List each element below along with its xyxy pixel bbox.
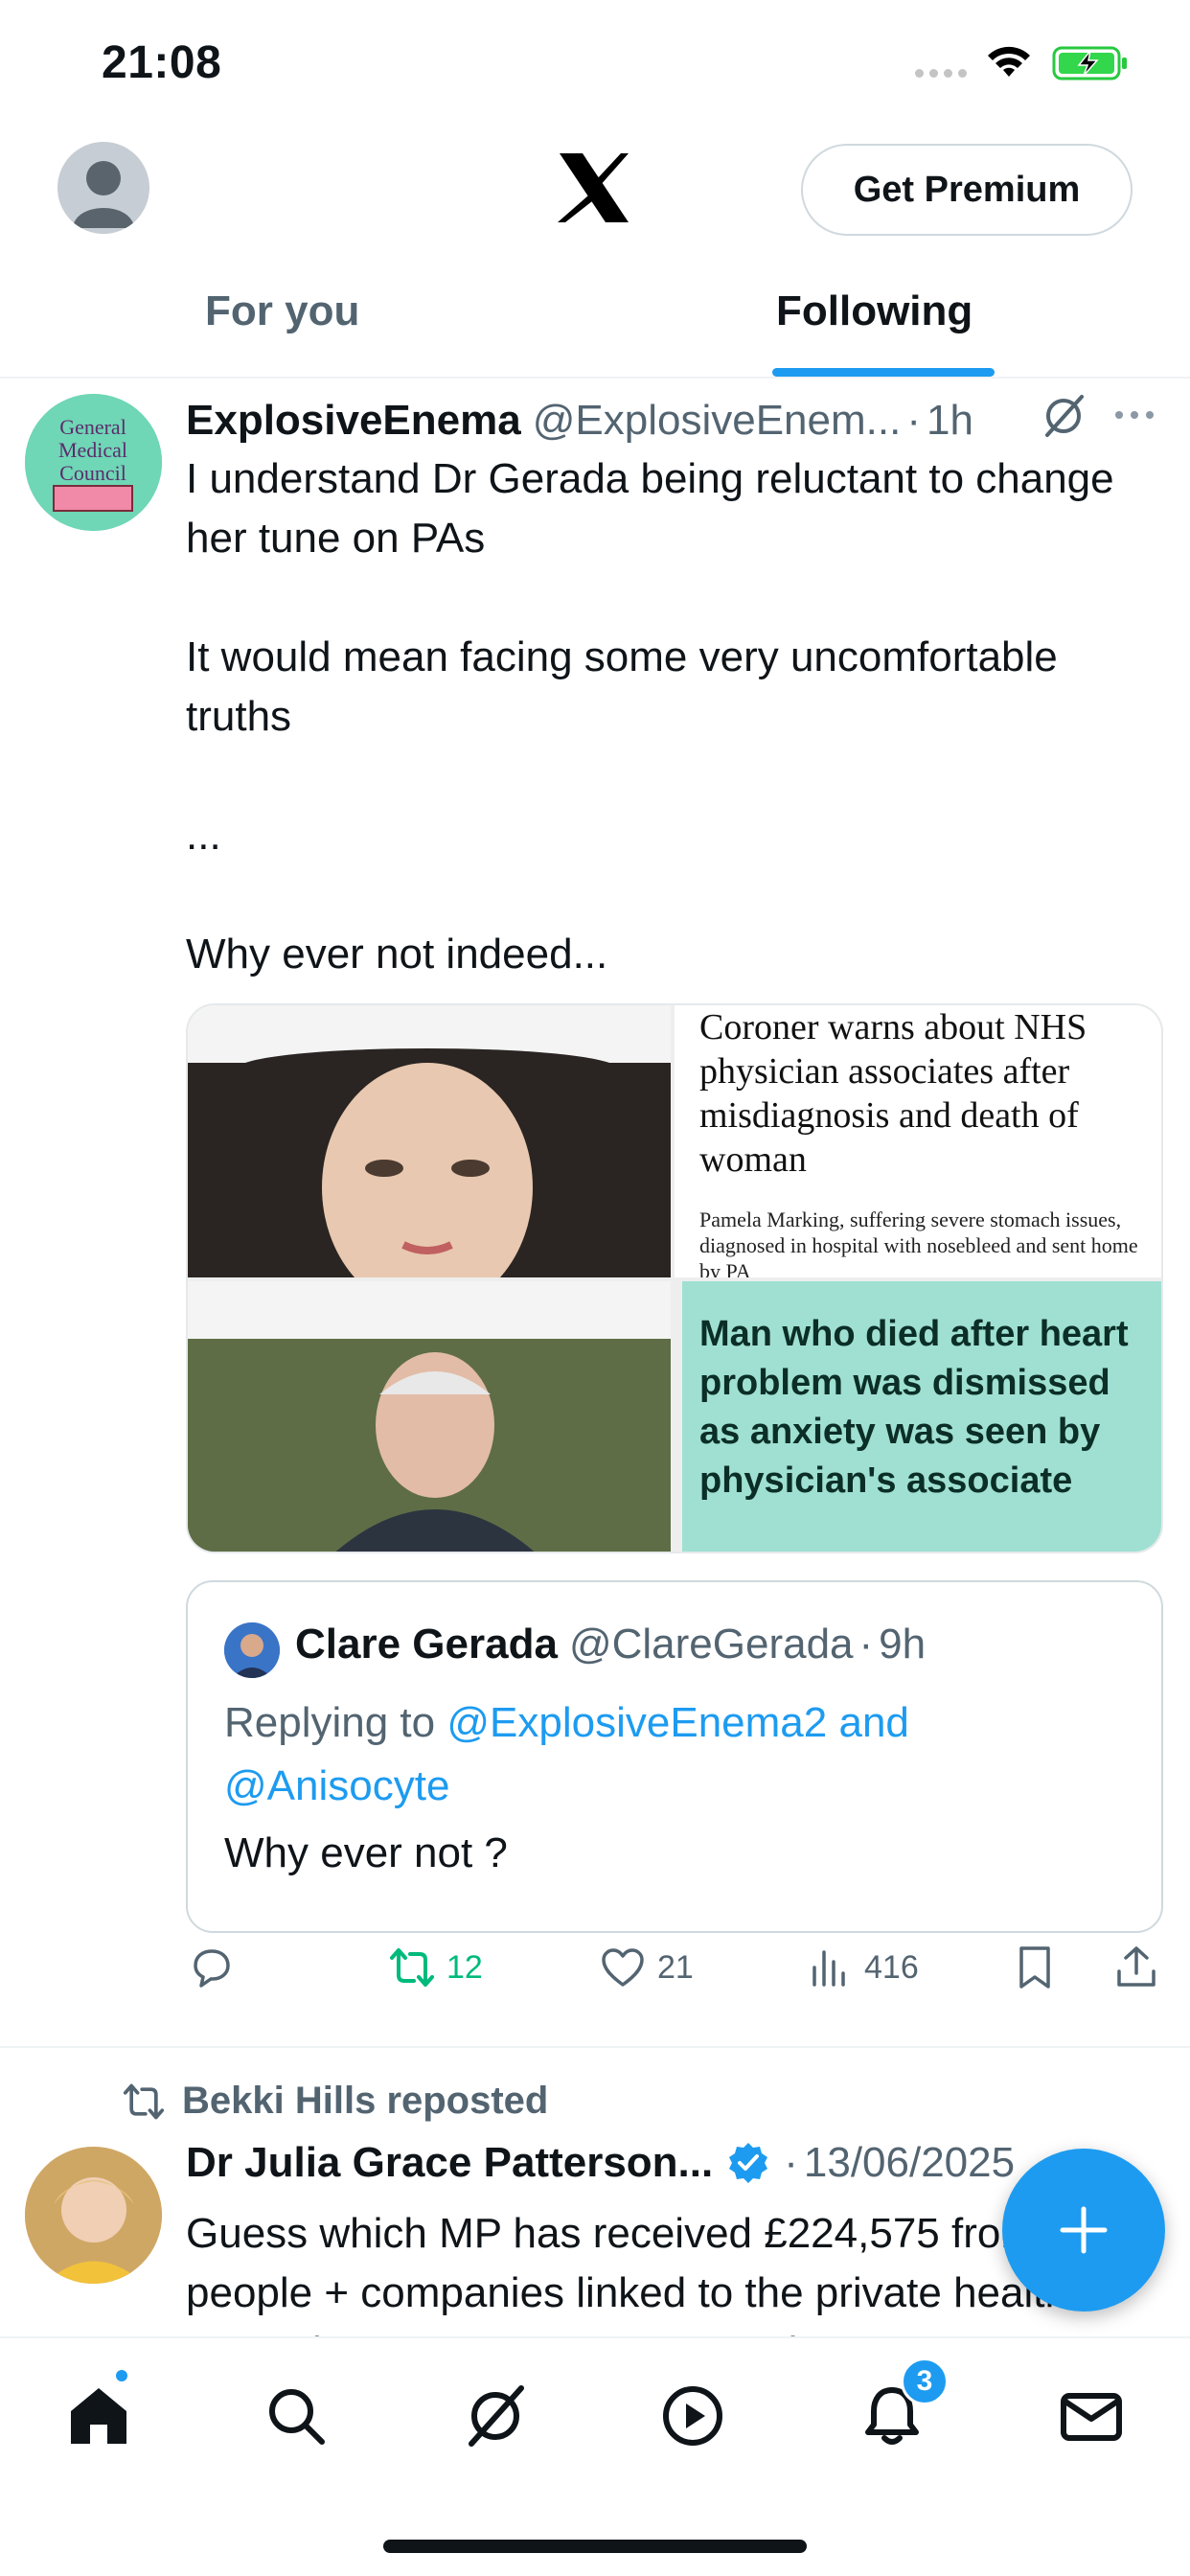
media-image-woman[interactable] [188, 1005, 671, 1277]
grok-icon[interactable] [1040, 392, 1087, 440]
tweet-text-line: Why ever not indeed... [186, 931, 608, 978]
quoted-author-handle[interactable]: @ClareGerada [569, 1621, 854, 1668]
tweet-text-line [186, 865, 1163, 925]
replying-to: Replying to @ExplosiveEnema2 and @Anisoc… [224, 1691, 1125, 1818]
tweet[interactable]: General Medical Council ExplosiveEnema @… [0, 380, 1190, 2048]
bookmark-button[interactable] [1012, 1944, 1058, 1990]
author-handle[interactable]: @ExplosiveEnem... [533, 397, 902, 445]
tweet-header: ExplosiveEnema @ExplosiveEnem... · 1h [186, 390, 1173, 451]
nav-grok[interactable] [452, 2373, 538, 2459]
bookmark-icon [1019, 1946, 1050, 1989]
tweet-actions: 12 21 416 [186, 1944, 1163, 2002]
media-headline: Man who died after heart problem was dis… [699, 1314, 1129, 1501]
grok-icon [469, 2385, 524, 2447]
views-chart-icon [812, 1950, 845, 1987]
tweet-text-line: ... [186, 812, 221, 859]
quoted-tweet-time: 9h [879, 1621, 927, 1668]
quoted-tweet-text: Why ever not ? [224, 1829, 508, 1876]
x-logo-icon [558, 153, 629, 222]
get-premium-button[interactable]: Get Premium [801, 144, 1133, 236]
media-subline: Pamela Marking, suffering severe stomach… [699, 1208, 1138, 1277]
mail-icon [1061, 2393, 1122, 2441]
avatar-text: General [59, 415, 126, 439]
media-headline: Coroner warns about NHS physician associ… [699, 1007, 1087, 1180]
notification-count-badge: 3 [901, 2358, 949, 2405]
tab-for-you[interactable]: For you [205, 288, 359, 379]
repost-count: 12 [446, 1948, 483, 1986]
quoted-tweet[interactable]: Clare Gerada @ClareGerada · 9h Replying … [186, 1580, 1163, 1933]
repost-button[interactable]: 12 [389, 1944, 483, 1990]
reply-button[interactable] [188, 1944, 234, 1990]
quoted-author-avatar[interactable] [224, 1622, 280, 1678]
tweet-text: I understand Dr Gerada being reluctant t… [186, 449, 1163, 984]
home-icon [71, 2388, 126, 2444]
profile-avatar[interactable] [57, 142, 149, 234]
share-button[interactable] [1113, 1944, 1159, 1990]
home-indicator [383, 2540, 807, 2553]
tweet-text-line [186, 568, 1163, 628]
nav-messages[interactable] [1048, 2373, 1134, 2459]
like-count: 21 [657, 1948, 694, 1986]
separator-dot: · [784, 2139, 798, 2186]
home-unread-dot [113, 2367, 130, 2384]
bottom-navigation: 3 [0, 2336, 1190, 2576]
like-button[interactable]: 21 [600, 1944, 694, 1990]
mention-and[interactable]: and [838, 1699, 908, 1746]
reposted-by-label: Bekki Hills reposted [182, 2080, 549, 2122]
separator-dot: · [858, 1621, 874, 1668]
verified-badge-icon [729, 2143, 768, 2183]
svg-text:Council: Council [59, 461, 126, 485]
more-options-icon[interactable] [1111, 398, 1157, 432]
tweet-header: Dr Julia Grace Patterson... · 13/06/2025 [186, 2139, 1015, 2187]
tweet-text-line [186, 747, 1163, 806]
tweet-time: 1h [926, 397, 973, 444]
author-avatar[interactable] [25, 2147, 162, 2284]
media-image-man[interactable] [188, 1281, 671, 1552]
mention-link[interactable]: @Anisocyte [224, 1762, 449, 1809]
mention-link[interactable]: @ExplosiveEnema2 [446, 1699, 827, 1746]
views-button[interactable]: 416 [807, 1944, 919, 1990]
wifi-icon [988, 46, 1030, 77]
media-article-heart[interactable]: Man who died after heart problem was dis… [682, 1281, 1161, 1552]
status-time: 21:08 [102, 37, 222, 88]
repost-icon [123, 2083, 165, 2119]
header: Get Premium For you Following [0, 134, 1190, 379]
play-circle-icon [663, 2386, 722, 2446]
heart-icon [602, 1948, 644, 1987]
tweet-text-line: It would mean facing some very uncomfort… [186, 633, 1058, 740]
author-name[interactable]: ExplosiveEnema [186, 397, 521, 445]
tab-selected-indicator [772, 368, 995, 377]
quoted-tweet-header: Clare Gerada @ClareGerada · 9h [295, 1621, 926, 1668]
repost-icon [390, 1948, 434, 1987]
author-name[interactable]: Dr Julia Grace Patterson... [186, 2139, 713, 2187]
cellular-signal-icon [915, 69, 967, 78]
nav-search[interactable] [253, 2373, 339, 2459]
media-article-coroner[interactable]: Coroner warns about NHS physician associ… [675, 1005, 1161, 1277]
tweet-date: 13/06/2025 [803, 2139, 1016, 2186]
author-avatar[interactable]: General Medical Council [25, 394, 162, 531]
svg-text:Medical: Medical [58, 438, 127, 462]
replying-to-label: Replying to [224, 1699, 436, 1746]
tweet-media-grid[interactable]: Coroner warns about NHS physician associ… [186, 1003, 1163, 1553]
search-icon [269, 2389, 325, 2445]
nav-home[interactable] [56, 2373, 142, 2459]
views-count: 416 [864, 1948, 919, 1986]
separator-dot: · [906, 397, 921, 444]
plus-icon [1060, 2206, 1108, 2254]
tab-following[interactable]: Following [776, 288, 973, 379]
reply-icon [194, 1949, 230, 1988]
status-bar: 21:08 [0, 0, 1190, 134]
tweet-text-line: I understand Dr Gerada being reluctant t… [186, 455, 1114, 562]
share-icon [1117, 1946, 1156, 1987]
nav-video[interactable] [650, 2373, 736, 2459]
compose-post-button[interactable] [1002, 2149, 1165, 2312]
reposted-by[interactable]: Bekki Hills reposted [123, 2080, 548, 2123]
quoted-author-name[interactable]: Clare Gerada [295, 1621, 558, 1668]
battery-charging-icon [1052, 46, 1127, 80]
default-avatar-icon [73, 161, 134, 228]
